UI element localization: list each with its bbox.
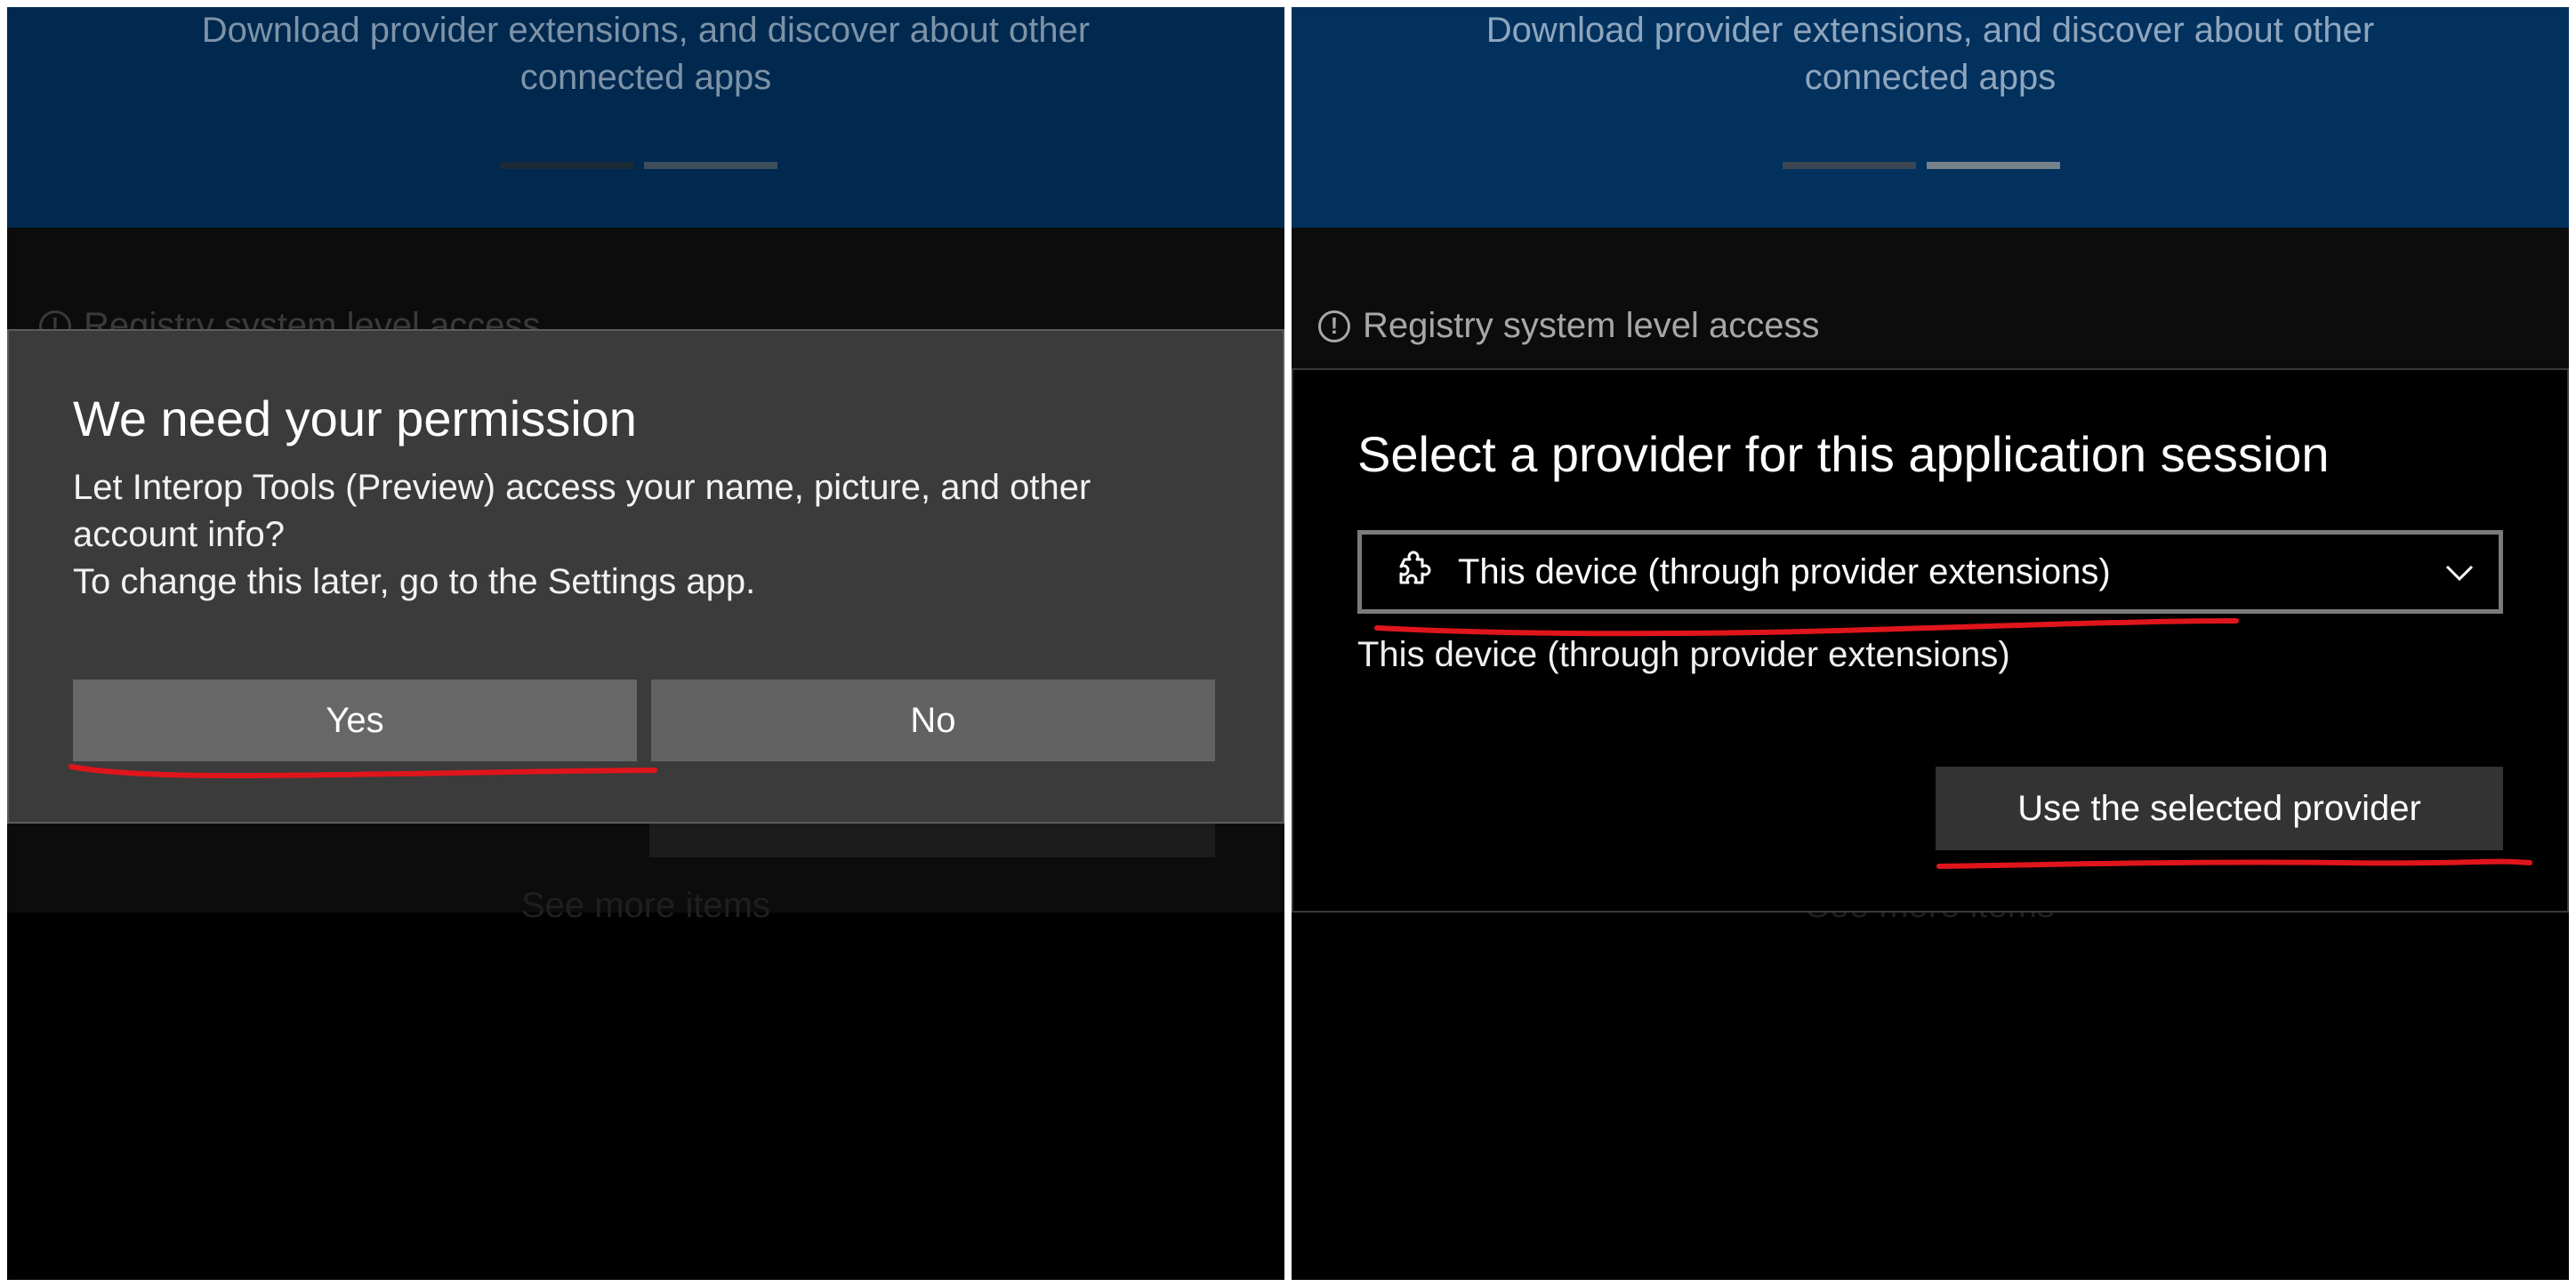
provider-select[interactable]: This device (through provider extensions… [1357, 530, 2503, 614]
dialog-body: Let Interop Tools (Preview) access your … [73, 464, 1247, 606]
selected-provider-text: This device (through provider extensions… [1357, 635, 2010, 674]
header-line-2: connected apps [1804, 58, 2057, 97]
header-banner: Download provider extensions, and discov… [7, 7, 1284, 228]
left-screen: Download provider extensions, and discov… [7, 7, 1284, 1280]
dialog-body-line-1: Let Interop Tools (Preview) access your … [73, 468, 1091, 507]
no-button[interactable]: No [651, 680, 1215, 761]
header-text: Download provider extensions, and discov… [7, 7, 1284, 101]
header-line-1: Download provider extensions, and discov… [1485, 11, 2375, 50]
page-indicator-dot-active[interactable] [644, 162, 777, 169]
right-screen: Download provider extensions, and discov… [1292, 7, 2569, 1280]
provider-select-value: This device (through provider extensions… [1458, 551, 2111, 591]
lower-area [7, 913, 1284, 1280]
dialog-body-line-3: To change this later, go to the Settings… [73, 562, 756, 601]
header-line-2: connected apps [519, 58, 772, 97]
dialog-body-line-2: account info? [73, 515, 285, 554]
page-indicator [1292, 162, 2569, 169]
dialog-title: Select a provider for this application s… [1357, 426, 2330, 482]
header-text: Download provider extensions, and discov… [1292, 7, 2569, 101]
page-indicator-dot[interactable] [500, 162, 633, 169]
page-indicator-dot[interactable] [1783, 162, 1916, 169]
dialog-title: We need your permission [73, 390, 637, 446]
use-selected-provider-button[interactable]: Use the selected provider [1936, 767, 2503, 850]
registry-access-item: ! Registry system level access [1318, 306, 1819, 346]
provider-dialog: Select a provider for this application s… [1292, 368, 2569, 913]
header-banner: Download provider extensions, and discov… [1292, 7, 2569, 228]
puzzle-icon [1399, 551, 1431, 584]
header-line-1: Download provider extensions, and discov… [201, 11, 1091, 50]
alert-icon: ! [1318, 310, 1350, 342]
permission-dialog: We need your permission Let Interop Tool… [7, 329, 1284, 824]
chevron-down-icon [2445, 565, 2474, 582]
page-indicator-dot-active[interactable] [1927, 162, 2060, 169]
see-more-link: See more items [520, 886, 771, 925]
page-indicator [7, 162, 1284, 169]
yes-button[interactable]: Yes [73, 680, 637, 761]
lower-area [1292, 913, 2569, 1280]
registry-access-label: Registry system level access [1363, 306, 1820, 345]
